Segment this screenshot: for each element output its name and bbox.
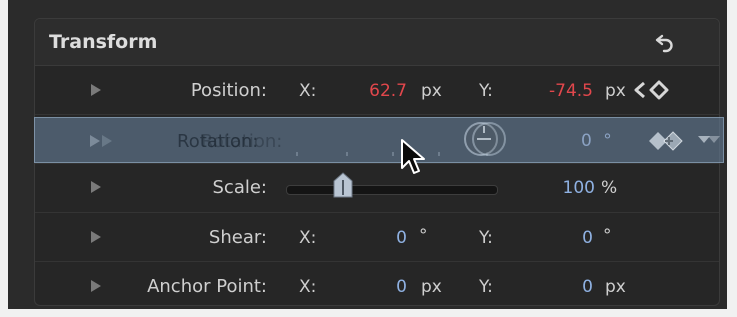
position-label: Position:: [190, 80, 267, 101]
window-edge-left: [0, 0, 8, 317]
position-x-label: X:: [299, 81, 317, 101]
anchor-y-label: Y:: [479, 277, 493, 297]
keyframe-diamond-icon[interactable]: [647, 130, 691, 152]
shear-x-label: X:: [299, 228, 317, 248]
shear-y-value[interactable]: 0: [551, 228, 593, 248]
anchor-x-value[interactable]: 0: [365, 277, 407, 297]
anchor-x-label: X:: [299, 277, 317, 297]
disclosure-triangle-icon[interactable]: [91, 181, 101, 193]
disclosure-triangle-icon[interactable]: [91, 231, 101, 243]
disclosure-triangle-icon[interactable]: [91, 280, 101, 292]
panel-header: Transform: [35, 19, 719, 66]
window-edge-bottom: [0, 309, 737, 317]
rotation-dial-icon[interactable]: [459, 120, 511, 158]
anchor-point-row: Anchor Point: X: 0 px Y: 0 px: [35, 262, 719, 310]
disclosure-triangle-icon: [90, 135, 112, 147]
dropdown-arrow-icon[interactable]: [697, 134, 721, 146]
shear-row: Shear: X: 0 ° Y: 0 °: [35, 213, 719, 262]
rotation-label-echo: Rotation:: [201, 131, 283, 152]
shear-y-label: Y:: [479, 228, 493, 248]
anchor-point-label: Anchor Point:: [147, 276, 267, 297]
shear-x-unit: °: [419, 226, 428, 246]
position-y-unit: px: [605, 81, 626, 101]
window-edge-right: [727, 0, 737, 317]
anchor-x-unit: px: [421, 277, 442, 297]
scale-unit: %: [601, 178, 618, 198]
rotation-number: 0: [581, 131, 592, 151]
scale-slider-track[interactable]: [286, 185, 498, 195]
reset-arrow-icon[interactable]: [653, 31, 677, 55]
position-x-value[interactable]: 62.7: [365, 81, 407, 101]
anchor-y-unit: px: [605, 277, 626, 297]
panel-title: Transform: [49, 31, 158, 53]
position-row: Position: X: 62.7 px Y: -74.5 px: [35, 66, 719, 115]
scale-label: Scale:: [212, 177, 268, 198]
scale-slider-thumb[interactable]: [333, 172, 353, 198]
position-x-unit: px: [421, 81, 442, 101]
mouse-pointer-icon: [401, 139, 425, 174]
position-y-value[interactable]: -74.5: [535, 81, 593, 101]
shear-x-value[interactable]: 0: [365, 228, 407, 248]
shear-y-unit: °: [603, 226, 612, 246]
anchor-y-value[interactable]: 0: [551, 277, 593, 297]
rotation-drag-ghost[interactable]: Rotation: Rotation: 0 °: [34, 117, 724, 163]
keyframe-nav-icon[interactable]: [633, 80, 673, 100]
scale-value[interactable]: 100: [553, 178, 595, 198]
screen: Transform Position: X: 62.7 px Y: -74.5 …: [0, 0, 737, 317]
position-y-label: Y:: [479, 81, 493, 101]
shear-label: Shear:: [208, 227, 267, 248]
rotation-unit: °: [603, 131, 612, 151]
disclosure-triangle-icon[interactable]: [91, 84, 101, 96]
rotation-value[interactable]: 0 °: [581, 131, 612, 151]
